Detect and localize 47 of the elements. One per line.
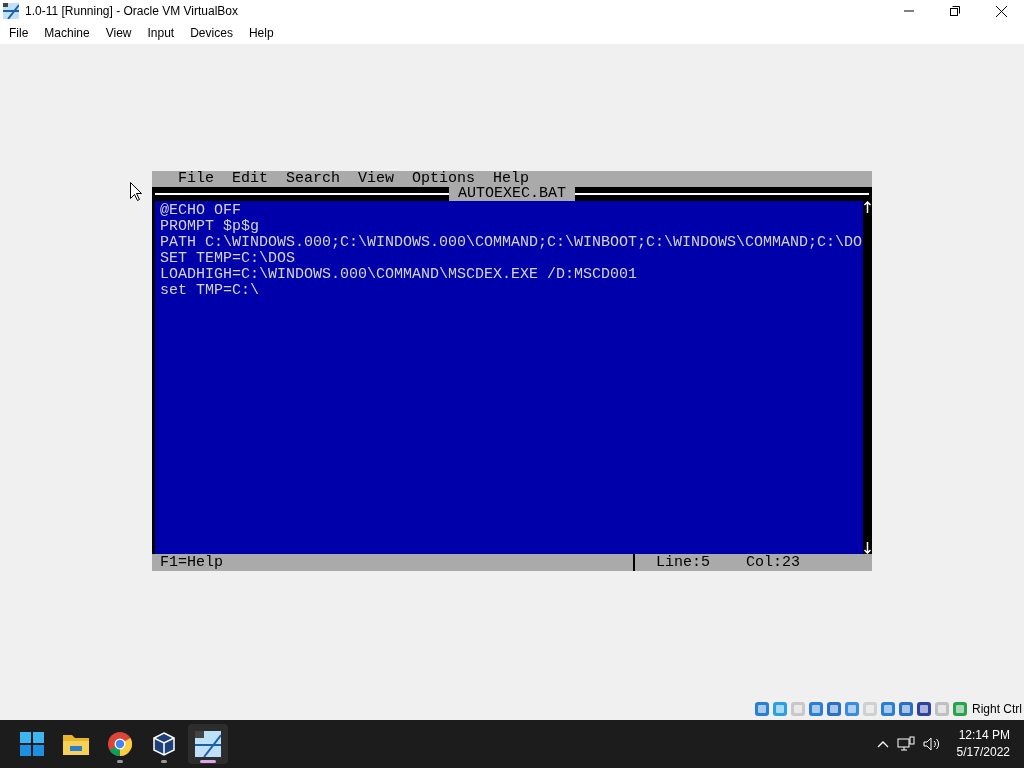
chrome-icon — [108, 732, 132, 756]
taskbar-app[interactable] — [188, 724, 228, 764]
folder-icon — [63, 733, 89, 755]
editor-menu-item[interactable]: Search — [286, 171, 341, 187]
menu-item[interactable]: View — [97, 26, 140, 40]
editor-menu-item[interactable]: Edit — [232, 171, 269, 187]
text-line: PATH C:\WINDOWS.000;C:\WINDOWS.000\COMMAND;C:\WINBOOT;C:\WINDOWS\COMMAND;C:\DO — [160, 235, 863, 251]
vm-window-icon — [195, 731, 221, 757]
editor-menu-item[interactable]: View — [358, 171, 395, 187]
device-status-icon[interactable] — [898, 701, 914, 717]
cube-icon — [152, 732, 176, 756]
clock-time: 12:14 PM — [958, 727, 1010, 744]
text-line: LOADHIGH=C:\WINDOWS.000\COMMAND\MSCDEX.EXE /D:MSCD001 — [160, 267, 639, 283]
device-status-icon[interactable] — [880, 701, 896, 717]
menu-item[interactable]: Devices — [182, 26, 241, 40]
scroll-up-arrow-icon[interactable] — [864, 201, 871, 213]
windows-logo-icon — [20, 732, 44, 756]
virtualbox-logo-icon — [3, 3, 19, 19]
editor-menu-item[interactable]: Help — [493, 171, 530, 187]
column-number: Col:23 — [746, 554, 800, 571]
menu-item[interactable]: Machine — [36, 26, 98, 40]
host-key-label: Right Ctrl — [972, 702, 1022, 716]
mouse-cursor-icon — [130, 182, 142, 202]
text-line: SET TEMP=C:\DOS — [160, 251, 297, 267]
editor-menu-item[interactable]: File — [178, 171, 214, 187]
line-number: Line:5 — [656, 554, 711, 571]
text-line: PROMPT $p$g — [160, 219, 261, 235]
text-line: set TMP=C:\ — [160, 283, 261, 299]
device-status-icon[interactable] — [754, 701, 770, 717]
network-icon[interactable] — [896, 736, 915, 752]
restore-icon — [950, 6, 960, 16]
device-status-icon[interactable] — [808, 701, 824, 717]
menu-item[interactable]: Help — [240, 26, 282, 40]
volume-icon[interactable] — [922, 736, 941, 752]
text-line: @ECHO OFF — [160, 203, 242, 219]
menu-item[interactable]: File — [1, 26, 37, 40]
chevron-up-icon[interactable] — [876, 740, 889, 748]
menu-item[interactable]: Input — [139, 26, 183, 40]
device-status-icon[interactable] — [826, 701, 842, 717]
close-icon — [995, 5, 1007, 17]
scroll-down-arrow-icon[interactable] — [864, 542, 871, 554]
clock-date: 5/17/2022 — [956, 744, 1010, 761]
editor-menu-item[interactable]: Options — [412, 171, 476, 187]
help-hint: F1=Help — [160, 554, 224, 571]
window-title: 1.0-11 [Running] - Oracle VM VirtualBox — [25, 4, 239, 18]
file-title: AUTOEXEC.BAT — [449, 187, 575, 201]
device-status-icon[interactable] — [916, 701, 932, 717]
